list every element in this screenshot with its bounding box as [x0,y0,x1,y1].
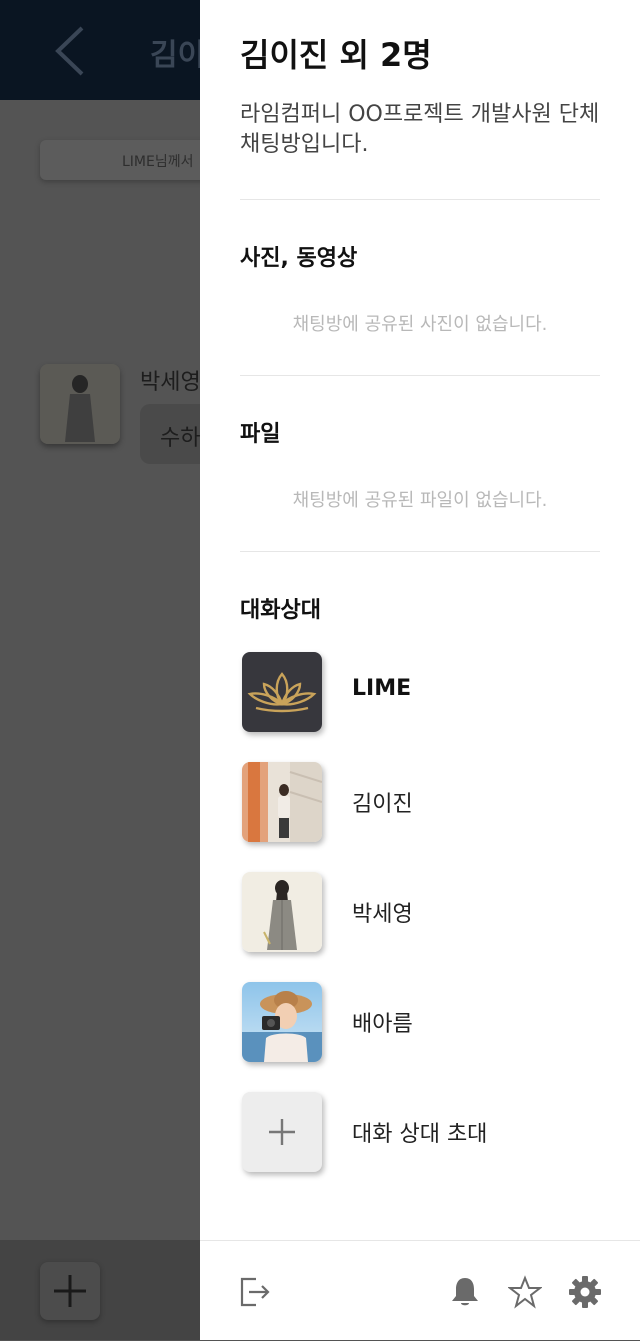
chat-info-drawer: 김이진 외 2명 라임컴퍼니 OO프로젝트 개발사원 단체 채팅방입니다. 사진… [200,0,640,1340]
photos-empty-message: 채팅방에 공유된 사진이 없습니다. [292,314,548,335]
lime-logo-avatar [242,652,322,732]
divider [240,375,600,376]
divider [240,199,600,200]
star-icon[interactable] [508,1275,542,1309]
chat-notice-text: LIME님께서 [122,154,194,170]
member-name: LIME [352,676,412,701]
room-title: 김이진 외 2명 [240,36,432,74]
member-item-park-seyoung[interactable]: 박세영 [242,872,602,952]
plus-icon [269,1119,295,1145]
member-item-lime[interactable]: LIME [242,652,602,732]
avatar-photo [242,872,322,952]
files-section-title: 파일 [240,422,281,447]
exit-icon[interactable] [238,1275,272,1309]
drawer-footer [200,1240,640,1341]
member-name: 김이진 [352,792,413,817]
member-avatar [242,872,322,952]
avatar-photo [242,982,322,1062]
bell-icon[interactable] [448,1275,482,1309]
member-item-bae-areum[interactable]: 배아름 [242,982,602,1062]
member-item-kim-ijin[interactable]: 김이진 [242,762,602,842]
attach-button[interactable] [40,1262,100,1320]
member-avatar [242,762,322,842]
photos-section-title: 사진, 동영상 [240,246,358,271]
plus-icon [54,1275,86,1307]
room-description: 라임컴퍼니 OO프로젝트 개발사원 단체 채팅방입니다. [240,102,600,157]
member-name: 배아름 [352,1012,413,1037]
avatar-photo [242,762,322,842]
chat-title: 김이 [150,38,206,73]
invite-label: 대화 상대 초대 [352,1122,488,1147]
gear-icon[interactable] [568,1275,602,1309]
sender-name: 박세영 [140,370,201,395]
member-name: 박세영 [352,902,413,927]
member-avatar [242,982,322,1062]
message-text: 수하 [160,426,201,451]
invite-thumb [242,1092,322,1172]
files-empty-message: 채팅방에 공유된 파일이 없습니다. [292,490,548,511]
lotus-logo-icon [242,652,322,732]
back-arrow-icon[interactable] [52,24,92,78]
avatar-photo [40,364,120,444]
divider [240,551,600,552]
sender-avatar[interactable] [40,364,120,444]
members-section-title: 대화상대 [240,598,321,623]
invite-member-button[interactable]: 대화 상대 초대 [242,1092,602,1172]
